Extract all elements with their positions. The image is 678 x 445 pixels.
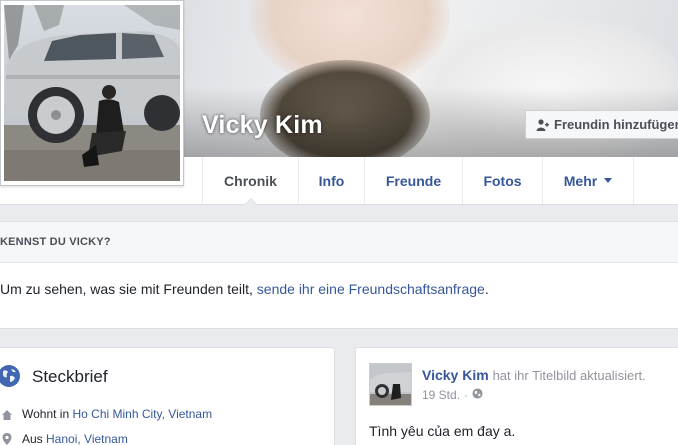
intro-card: Steckbrief Wohnt in Ho Chi Minh City, Vi… (0, 347, 335, 445)
tab-label: Info (318, 172, 345, 189)
tab-freunde[interactable]: Freunde (364, 157, 462, 204)
tab-fotos[interactable]: Fotos (462, 157, 542, 204)
post-text: Tình yêu của em đay a. (369, 423, 516, 439)
send-friend-request-link[interactable]: sende ihr eine Freundschaftsanfrage (257, 281, 485, 297)
tab-label: Fotos (483, 172, 522, 189)
globe-icon[interactable] (472, 388, 483, 402)
globe-icon (0, 364, 21, 388)
intro-title: Steckbrief (32, 367, 108, 386)
add-friend-icon (535, 118, 549, 132)
tab-label: Mehr (563, 172, 598, 189)
tab-label: Freunde (385, 172, 442, 189)
lives-in-link[interactable]: Ho Chi Minh City, Vietnam (72, 407, 212, 421)
from-prefix: Aus (22, 432, 47, 445)
from-link[interactable]: Hanoi, Vietnam (46, 432, 128, 445)
tab-label: Chronik (224, 172, 277, 189)
post-action: hat ihr Titelbild aktualisiert. (492, 368, 646, 383)
prompt-text-suffix: . (484, 281, 489, 297)
post-author-avatar[interactable] (369, 363, 412, 406)
prompt-text-prefix: Um zu sehen, was sie mit Freunden teilt, (0, 281, 257, 297)
lives-in-prefix: Wohnt in (22, 407, 73, 421)
timeline-post: Vicky Kim hat ihr Titelbild aktualisiert… (355, 347, 678, 445)
profile-picture[interactable] (0, 0, 184, 186)
intro-from: Aus Hanoi, Vietnam (22, 432, 128, 445)
chevron-down-icon (604, 178, 613, 183)
post-meta: 19 Std. · (422, 388, 483, 402)
post-header: Vicky Kim hat ihr Titelbild aktualisiert… (422, 367, 646, 383)
tab-mehr[interactable]: Mehr (542, 157, 634, 204)
intro-lives-in: Wohnt in Ho Chi Minh City, Vietnam (22, 407, 212, 421)
location-pin-icon (2, 432, 12, 445)
prompt-heading: KENNST DU VICKY? (0, 222, 678, 263)
tab-chronik[interactable]: Chronik (202, 157, 298, 205)
add-friend-label: Freundin hinzufügen (554, 117, 678, 132)
prompt-text: Um zu sehen, was sie mit Freunden teilt,… (0, 263, 678, 297)
friend-request-prompt: KENNST DU VICKY? Um zu sehen, was sie mi… (0, 221, 678, 329)
profile-name[interactable]: Vicky Kim (202, 111, 323, 140)
home-icon (2, 408, 12, 420)
profile-photo-image (4, 5, 180, 181)
post-author-name[interactable]: Vicky Kim (422, 367, 489, 383)
add-friend-button[interactable]: Freundin hinzufügen (525, 110, 678, 139)
post-timestamp[interactable]: 19 Std. (422, 388, 460, 402)
tab-info[interactable]: Info (298, 157, 364, 204)
